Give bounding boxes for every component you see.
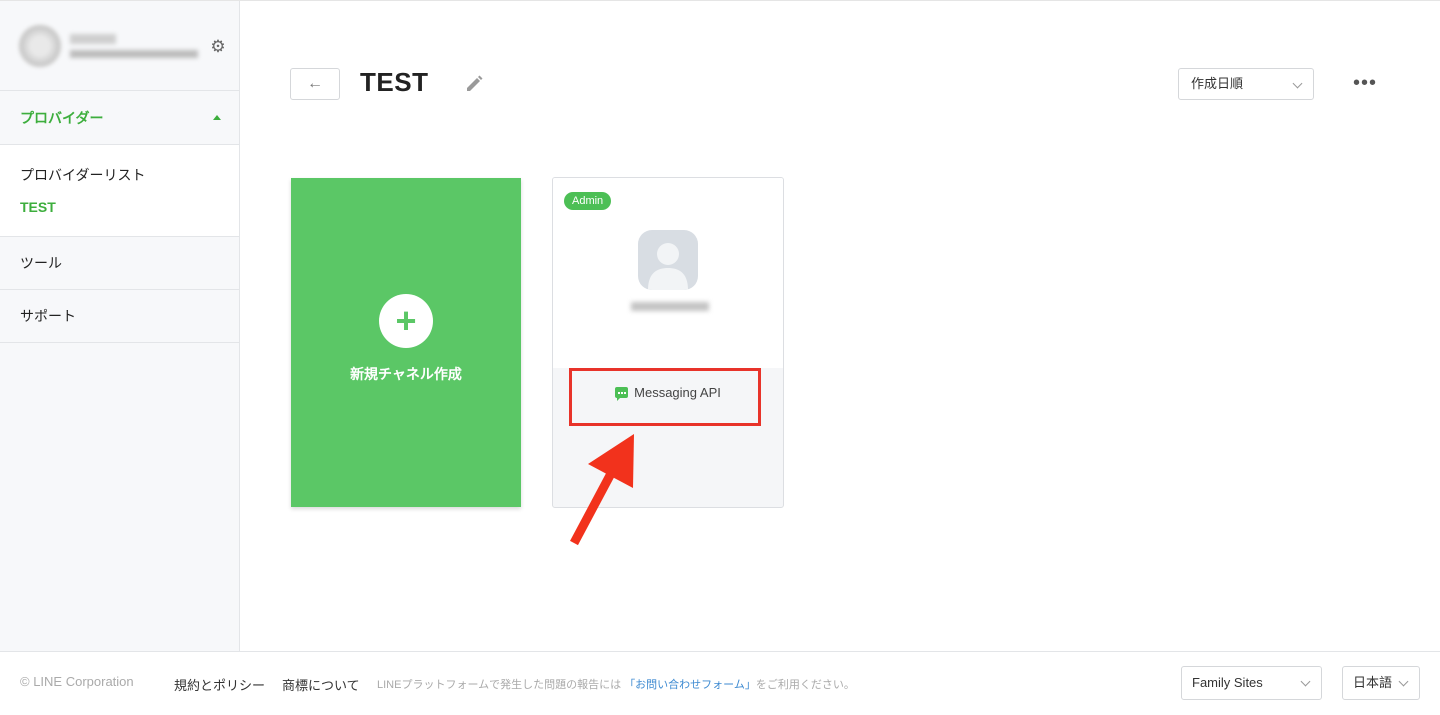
plus-icon: + <box>379 293 433 348</box>
channel-name-blurred <box>631 302 709 311</box>
sidebar: ⚙ プロバイダー プロバイダーリスト TEST ツール サポート <box>0 1 240 651</box>
sidebar-item-tools[interactable]: ツール <box>0 237 239 290</box>
new-channel-card[interactable]: + 新規チャネル作成 <box>291 178 521 507</box>
language-select[interactable]: 日本語 <box>1342 666 1420 700</box>
provider-section-label: プロバイダー <box>20 109 104 126</box>
chevron-down-icon <box>1292 78 1303 89</box>
channel-avatar-placeholder-icon <box>638 230 698 290</box>
admin-badge: Admin <box>564 192 612 210</box>
sort-select-value: 作成日順 <box>1191 76 1244 91</box>
pencil-icon[interactable] <box>463 74 485 96</box>
back-button[interactable]: ← <box>290 68 340 100</box>
annotation-arrow <box>570 434 634 546</box>
account-name-blurred <box>70 33 198 58</box>
sidebar-item-label: サポート <box>20 308 76 324</box>
more-options-icon[interactable]: ••• <box>1352 73 1378 93</box>
trademark-link[interactable]: 商標について <box>282 675 360 694</box>
support-notice: LINEプラットフォームで発生した問題の報告には 「お問い合わせフォーム」をご利… <box>377 676 855 692</box>
sidebar-item-support[interactable]: サポート <box>0 290 239 343</box>
footer: © LINE Corporation 規約とポリシー 商標について LINEプラ… <box>0 651 1440 715</box>
caret-up-icon <box>213 115 221 120</box>
chevron-down-icon <box>1398 676 1409 687</box>
family-sites-value: Family Sites <box>1192 675 1263 690</box>
gear-icon[interactable]: ⚙ <box>208 37 228 57</box>
account-avatar[interactable] <box>18 23 62 68</box>
highlight-box <box>569 368 761 426</box>
account-header: ⚙ <box>0 1 239 91</box>
sidebar-item-test-provider[interactable]: TEST <box>20 198 239 216</box>
copyright: © LINE Corporation <box>20 674 134 689</box>
sidebar-item-label: ツール <box>20 255 62 271</box>
terms-link[interactable]: 規約とポリシー <box>174 675 265 694</box>
chevron-down-icon <box>1300 676 1311 687</box>
language-value: 日本語 <box>1353 675 1393 690</box>
new-channel-label: 新規チャネル作成 <box>350 365 462 382</box>
page-title: TEST <box>360 67 429 97</box>
family-sites-select[interactable]: Family Sites <box>1181 666 1322 700</box>
notice-prefix: LINEプラットフォームで発生した問題の報告には <box>377 679 622 691</box>
sidebar-item-provider-list[interactable]: プロバイダーリスト <box>20 166 239 198</box>
sort-select[interactable]: 作成日順 <box>1178 68 1314 100</box>
contact-form-link[interactable]: 「お問い合わせフォーム」 <box>624 679 756 691</box>
arrow-left-icon: ← <box>307 75 323 92</box>
provider-section-toggle[interactable]: プロバイダー <box>0 91 239 145</box>
notice-suffix: をご利用ください。 <box>755 679 855 691</box>
app-frame: ⚙ プロバイダー プロバイダーリスト TEST ツール サポート ← TEST … <box>0 0 1440 715</box>
channel-card-top: Admin <box>553 178 783 368</box>
provider-submenu: プロバイダーリスト TEST <box>0 145 239 237</box>
